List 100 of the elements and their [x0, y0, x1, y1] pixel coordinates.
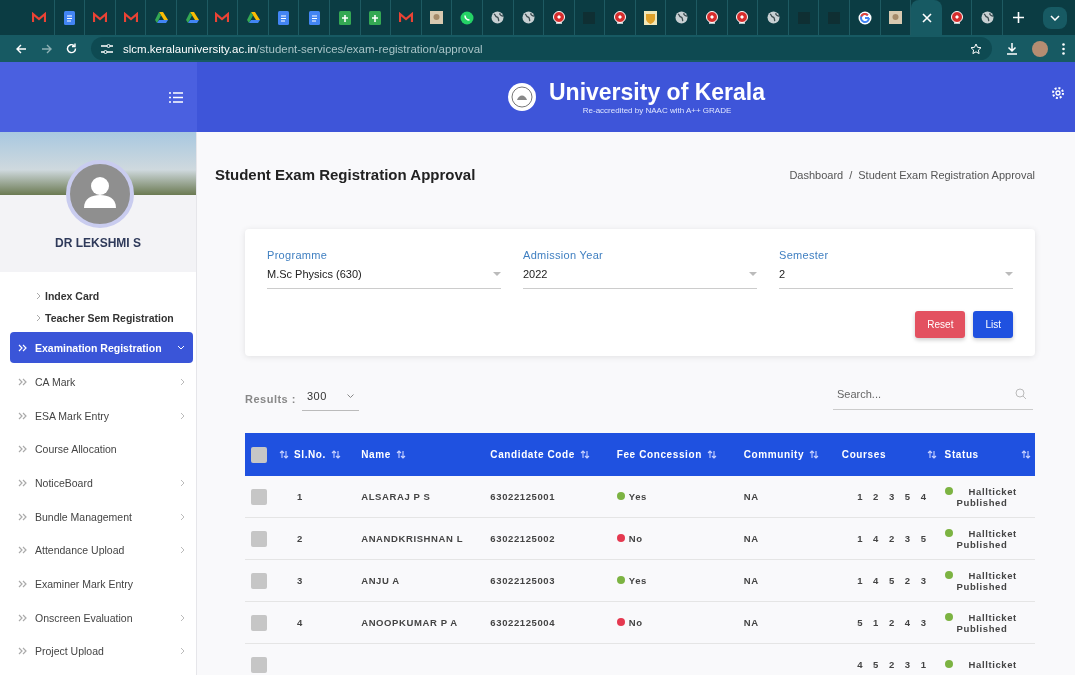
- column-header[interactable]: Status: [944, 449, 979, 460]
- course-number: 1: [857, 491, 864, 502]
- field-label: Admission Year: [523, 249, 605, 261]
- breadcrumb-current: Student Exam Registration Approval: [858, 168, 1035, 181]
- list-button[interactable]: List: [973, 311, 1013, 338]
- course-number: 1: [873, 617, 879, 628]
- breadcrumb-link[interactable]: Dashboard: [789, 168, 844, 181]
- course-number: 2: [888, 617, 895, 628]
- double-chevron-icon: [18, 613, 28, 622]
- site-subtitle: Re-accredited by NAAC with A++ GRADE: [581, 106, 733, 115]
- sort-icon[interactable]: [395, 450, 406, 459]
- results-select[interactable]: 300: [301, 386, 359, 411]
- sort-icon[interactable]: [330, 450, 341, 459]
- sort-icon[interactable]: [809, 450, 820, 459]
- course-number: 1: [857, 575, 864, 586]
- column-header[interactable]: Candidate Code: [490, 449, 575, 460]
- double-chevron-icon: [18, 445, 28, 454]
- course-number: 4: [857, 659, 864, 670]
- close-icon[interactable]: [921, 12, 932, 23]
- more-icon[interactable]: [1062, 42, 1065, 55]
- row-checkbox[interactable]: [251, 488, 267, 505]
- mail-icon: [123, 12, 138, 23]
- sort-icon[interactable]: [1021, 450, 1031, 459]
- seal-icon: [551, 10, 566, 25]
- table-cell: NA: [743, 491, 759, 502]
- menu-item[interactable]: Examiner Mark Entry: [10, 567, 193, 601]
- menu-item[interactable]: CA Mark: [10, 365, 193, 399]
- seal-icon: [613, 10, 628, 25]
- profile-avatar[interactable]: [1032, 40, 1048, 57]
- menu-item[interactable]: ESA Mark Entry: [10, 398, 193, 433]
- table-cell: NA: [743, 617, 759, 628]
- course-number: 5: [857, 617, 864, 628]
- menu-item[interactable]: Bundle Management: [10, 499, 193, 534]
- address-bar[interactable]: slcm.keralauniversity.ac.in/student-services/exam-registration/approval: [91, 37, 992, 60]
- search-field[interactable]: Search...: [833, 386, 1033, 410]
- menu-item[interactable]: Onscreen Evaluation: [10, 600, 193, 635]
- site-settings-icon[interactable]: [101, 43, 113, 54]
- back-icon[interactable]: [16, 43, 27, 54]
- menu-item[interactable]: Attendance Upload: [10, 533, 193, 568]
- dropdown-field[interactable]: 2: [779, 268, 1013, 289]
- column-header[interactable]: Sl.No.: [294, 449, 326, 460]
- row-checkbox[interactable]: [251, 656, 267, 673]
- row-checkbox[interactable]: [251, 530, 267, 547]
- dropdown-field[interactable]: M.Sc Physics (630): [267, 268, 501, 289]
- menu-icon[interactable]: [169, 91, 183, 103]
- row-checkbox[interactable]: [251, 614, 267, 631]
- table-cell: 2: [297, 533, 303, 544]
- reset-button[interactable]: Reset: [915, 311, 966, 338]
- breadcrumb-separator: /: [849, 168, 853, 181]
- sort-icon[interactable]: [706, 450, 717, 459]
- download-icon[interactable]: [1006, 42, 1018, 55]
- course-number: 3: [920, 575, 927, 586]
- row-checkbox[interactable]: [251, 572, 267, 589]
- browser-tab[interactable]: [911, 0, 942, 35]
- reload-icon[interactable]: [66, 43, 77, 54]
- double-chevron-icon: [18, 579, 28, 588]
- chevron-right-icon: [36, 314, 41, 322]
- forward-icon[interactable]: [41, 43, 52, 54]
- menu-item[interactable]: NoticeBoard: [10, 466, 193, 500]
- menu-item[interactable]: Project Upload: [10, 634, 193, 669]
- mail-icon: [398, 12, 413, 23]
- table-cell: ANANDKRISHNAN L: [361, 533, 464, 544]
- column-header[interactable]: Courses: [841, 449, 887, 460]
- sort-icon[interactable]: [579, 450, 590, 459]
- submenu-item[interactable]: Index Card: [36, 290, 196, 302]
- globe-icon: [521, 11, 535, 24]
- menu-item[interactable]: Course Allocation: [10, 432, 193, 467]
- menu-item[interactable]: Examination Registration: [10, 332, 193, 363]
- status-text: Hallticket: [967, 659, 1017, 670]
- mail-icon: [93, 12, 107, 23]
- double-chevron-icon: [18, 546, 28, 555]
- double-chevron-icon: [18, 478, 28, 487]
- column-header[interactable]: Name: [361, 449, 391, 460]
- status-text: Hallticket: [967, 527, 1017, 539]
- image-icon: [430, 11, 443, 24]
- column-header[interactable]: Fee Concession: [616, 449, 702, 460]
- submenu-item[interactable]: Teacher Sem Registration: [36, 312, 196, 324]
- status-text: Published: [955, 580, 1008, 592]
- table-cell: Yes: [628, 491, 647, 502]
- sort-icon[interactable]: [926, 450, 937, 459]
- star-icon[interactable]: [970, 42, 982, 55]
- column-header[interactable]: Community: [743, 449, 805, 460]
- field-label: Programme: [267, 249, 329, 261]
- course-number: 1: [857, 533, 864, 544]
- sort-icon[interactable]: [279, 450, 289, 459]
- settings-icon[interactable]: [1051, 86, 1065, 100]
- seal-icon: [735, 10, 750, 25]
- double-chevron-icon: [18, 411, 28, 420]
- table-cell: NA: [743, 533, 759, 544]
- globe-icon: [980, 11, 994, 24]
- course-number: 5: [904, 491, 911, 502]
- mail-icon: [215, 12, 230, 23]
- table-cell: 1: [297, 491, 303, 502]
- dropdown-field[interactable]: 2022: [523, 268, 757, 289]
- tab-list-button[interactable]: [1043, 6, 1067, 29]
- course-number: 2: [888, 659, 895, 670]
- table-cell: ALSARAJ P S: [361, 491, 431, 502]
- course-number: 4: [873, 575, 879, 586]
- plus-icon[interactable]: [1013, 12, 1024, 23]
- select-all-checkbox[interactable]: [251, 446, 267, 463]
